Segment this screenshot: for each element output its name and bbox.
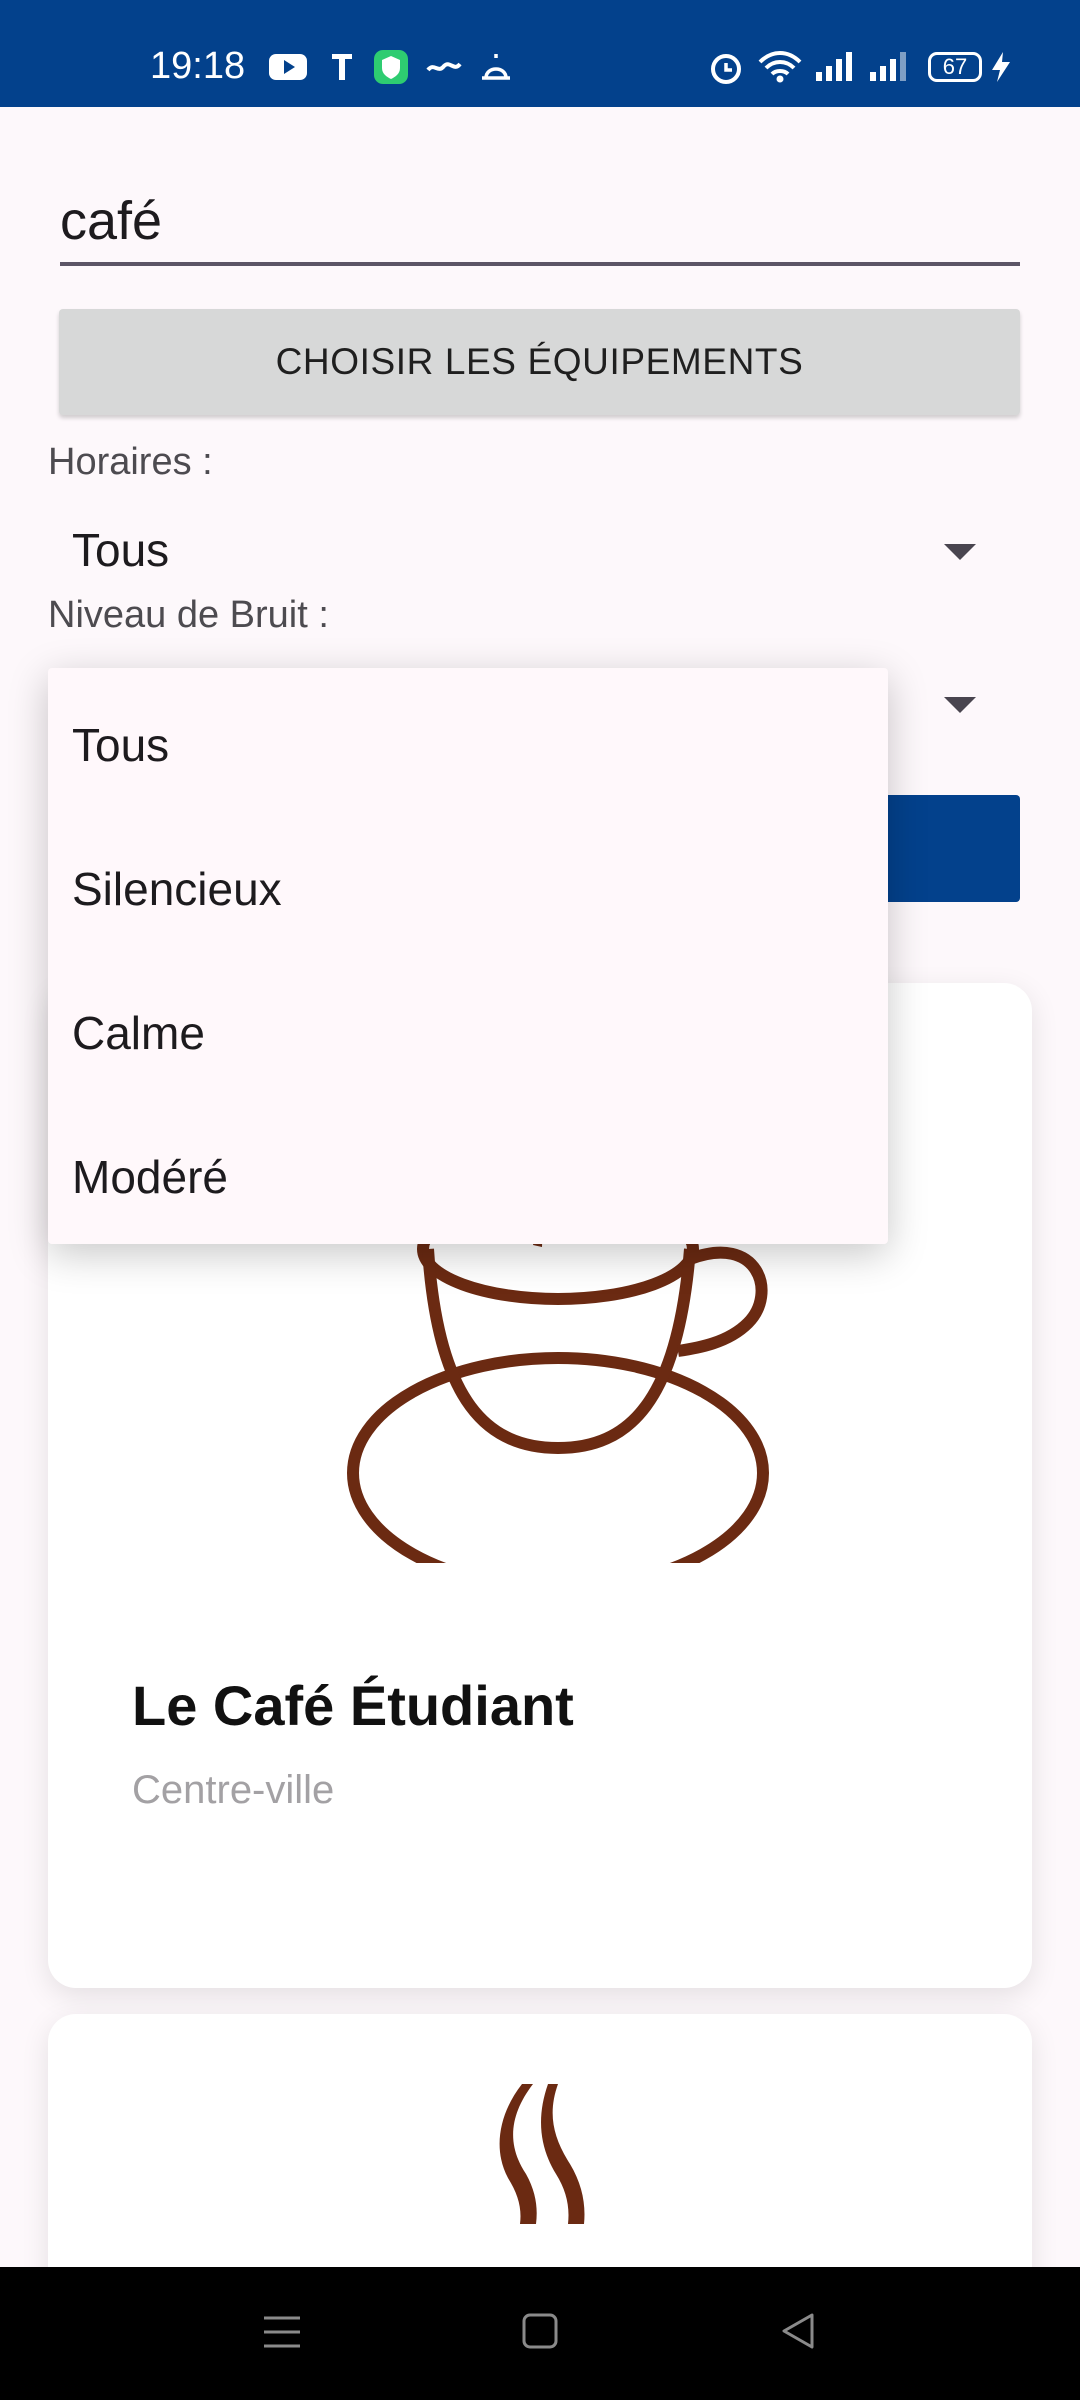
alarm-icon (711, 54, 741, 84)
battery-icon: 67 (928, 52, 982, 82)
noise-label: Niveau de Bruit : (48, 594, 329, 636)
text-icon (332, 54, 352, 80)
hours-label: Horaires : (48, 441, 213, 483)
dropdown-option-tous[interactable]: Tous (72, 718, 169, 772)
system-nav-bar (0, 2267, 1080, 2400)
hours-select[interactable]: Tous (48, 515, 1020, 585)
chevron-down-icon (944, 544, 976, 560)
choose-equipments-button[interactable]: CHOISIR LES ÉQUIPEMENTS (59, 309, 1020, 415)
noise-level-dropdown: Tous Silencieux Calme Modéré (48, 668, 888, 1244)
dropdown-option-silencieux[interactable]: Silencieux (72, 862, 282, 916)
chevron-down-icon (944, 697, 976, 713)
place-title: Le Café Étudiant (132, 1674, 574, 1737)
youtube-icon (269, 54, 307, 80)
status-time: 19:18 (150, 45, 246, 87)
wifi-icon (758, 51, 802, 83)
hours-select-value: Tous (72, 524, 170, 576)
coffee-steam-icon (499, 2084, 585, 2224)
shield-app-icon (374, 50, 408, 84)
status-bar: 19:18 67 (0, 0, 1080, 107)
dropdown-option-modere[interactable]: Modéré (72, 1150, 228, 1204)
azkar-icon (426, 62, 462, 72)
dropdown-option-calme[interactable]: Calme (72, 1006, 205, 1060)
charging-icon (992, 52, 1010, 82)
signal-2-icon (870, 52, 906, 81)
menu-icon[interactable] (262, 2312, 302, 2352)
search-input[interactable] (60, 180, 1020, 266)
signal-icon (816, 52, 852, 81)
mosque-icon (482, 54, 510, 80)
home-icon[interactable] (520, 2311, 560, 2351)
back-icon[interactable] (778, 2311, 818, 2351)
place-location: Centre-ville (132, 1768, 335, 1812)
